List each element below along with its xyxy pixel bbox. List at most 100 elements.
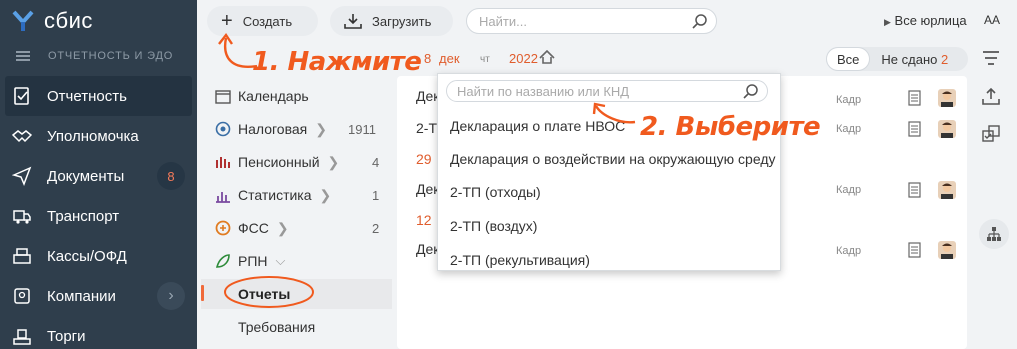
category-fss[interactable]: ФСС ❯ <box>215 218 289 238</box>
chevron-right-icon[interactable]: ❯ <box>315 121 327 138</box>
category-label: Календарь <box>238 88 309 104</box>
group-date: 29 <box>416 151 432 167</box>
annotation-step2: 2. Выберите <box>640 112 821 142</box>
pension-icon <box>216 157 230 168</box>
org-selector-label: Все юрлица <box>894 13 967 28</box>
documents-count-badge: 8 <box>157 162 185 190</box>
date-weekday: чт <box>480 54 490 65</box>
document-icon <box>908 90 921 106</box>
upload-button[interactable]: Загрузить <box>330 6 453 36</box>
mark-done-icon[interactable] <box>981 124 1001 144</box>
category-rpn[interactable]: РПН ⌵ <box>215 251 285 271</box>
sidebar-item-documents[interactable]: Документы 8 <box>0 156 197 196</box>
list-item[interactable]: Дек <box>416 241 439 257</box>
section-title: ОТЧЕТНОСТЬ И ЭДО <box>48 50 174 62</box>
sidebar: сбис ОТЧЕТНОСТЬ И ЭДО Отчетность Уполном… <box>0 0 197 349</box>
sidebar-item-label: Отчетность <box>47 87 127 105</box>
home-icon[interactable] <box>539 50 555 64</box>
dropdown-item[interactable]: Декларация о воздействии на окружающую с… <box>450 151 776 167</box>
menu-icon[interactable] <box>16 49 30 63</box>
category-tax[interactable]: Налоговая ❯ <box>215 119 327 139</box>
report-icon <box>14 87 29 105</box>
row-tag: Кадр <box>836 123 862 135</box>
avatar[interactable] <box>938 120 956 138</box>
search-icon[interactable] <box>743 83 759 99</box>
filter-lines-icon[interactable] <box>981 50 1001 66</box>
list-item[interactable]: 2-Т <box>416 120 437 136</box>
category-pension[interactable]: Пенсионный ❯ <box>215 152 339 172</box>
report-search-placeholder: Найти по названию или КНД <box>457 83 630 99</box>
search-input[interactable]: Найти... <box>466 8 717 34</box>
category-label: РПН <box>238 253 268 269</box>
org-selector[interactable]: ▶ Все юрлица <box>884 13 967 28</box>
list-item[interactable]: Дек <box>416 88 439 104</box>
sidebar-item-tenders[interactable]: Торги <box>0 316 197 349</box>
sidebar-item-reporting[interactable]: Отчетность <box>5 76 192 116</box>
category-count: 2 <box>372 221 380 236</box>
sidebar-subtitle: ОТЧЕТНОСТЬ И ЭДО <box>16 49 173 63</box>
document-icon <box>908 242 921 258</box>
companies-icon <box>14 288 30 304</box>
chevron-right-icon[interactable]: ❯ <box>320 187 332 204</box>
sbis-logo-icon <box>12 10 34 31</box>
plus-icon: + <box>221 10 233 32</box>
structure-button[interactable] <box>979 219 1009 249</box>
report-search-input[interactable]: Найти по названию или КНД <box>446 80 768 102</box>
category-label: Статистика <box>238 187 312 203</box>
row-tag: Кадр <box>836 184 862 196</box>
sidebar-item-transport[interactable]: Транспорт <box>0 196 197 236</box>
sidebar-item-proxy[interactable]: Уполномочка <box>0 116 197 156</box>
fss-icon <box>215 220 231 236</box>
group-date: 12 <box>416 212 432 228</box>
subcategory-requirements[interactable]: Требования <box>238 319 315 335</box>
sidebar-item-label: Транспорт <box>47 207 120 225</box>
avatar[interactable] <box>938 241 956 259</box>
dropdown-item[interactable]: 2-ТП (воздух) <box>450 218 537 234</box>
category-count: 1 <box>372 188 380 203</box>
handshake-icon <box>12 130 32 143</box>
highlight-circle <box>224 276 314 308</box>
sidebar-item-label: Документы <box>47 167 125 185</box>
avatar[interactable] <box>938 89 956 107</box>
dropdown-item[interactable]: 2-ТП (отходы) <box>450 184 541 200</box>
export-icon[interactable] <box>981 87 1001 105</box>
search-icon[interactable] <box>692 13 708 29</box>
date-day[interactable]: 8 <box>424 51 431 66</box>
category-label: Пенсионный <box>238 154 320 170</box>
filter-not-submitted-label: Не сдано <box>881 51 938 67</box>
font-size-button[interactable]: AA <box>984 13 1000 27</box>
status-filter: Все Не сдано 2 <box>826 47 968 71</box>
search-placeholder: Найти... <box>479 13 527 29</box>
logo-text: сбис <box>44 8 93 33</box>
list-item[interactable]: Дек <box>416 181 439 197</box>
filter-not-submitted-button[interactable]: Не сдано 2 <box>881 52 948 67</box>
date-month[interactable]: дек <box>439 51 460 66</box>
category-calendar[interactable]: Календарь <box>215 86 309 106</box>
sidebar-item-cash-registers[interactable]: Кассы/ОФД <box>0 236 197 276</box>
logo[interactable]: сбис <box>12 8 93 34</box>
annotation-step1: 1. Нажмите <box>252 47 422 77</box>
send-icon <box>12 166 32 186</box>
filter-all-button[interactable]: Все <box>827 48 870 70</box>
not-submitted-count: 2 <box>941 51 949 67</box>
category-label: Налоговая <box>238 121 308 137</box>
document-icon <box>908 182 921 198</box>
avatar[interactable] <box>938 181 956 199</box>
category-statistics[interactable]: Статистика ❯ <box>215 185 331 205</box>
chevron-right-icon[interactable]: ❯ <box>277 220 289 237</box>
chevron-right-icon[interactable]: ❯ <box>328 154 340 171</box>
chevron-down-icon[interactable]: ⌵ <box>276 253 286 269</box>
rpn-icon <box>215 254 230 268</box>
sidebar-item-label: Уполномочка <box>47 127 139 145</box>
font-size-label: AA <box>984 13 1001 27</box>
chevron-right-icon[interactable]: › <box>157 282 185 310</box>
caret-right-icon: ▶ <box>884 17 891 27</box>
sidebar-item-companies[interactable]: Компании › <box>0 276 197 316</box>
annotation-arrow <box>592 102 636 124</box>
statistics-icon <box>216 192 230 203</box>
upload-button-label: Загрузить <box>372 13 432 29</box>
dropdown-item[interactable]: 2-ТП (рекультивация) <box>450 252 590 268</box>
upload-icon <box>344 14 362 29</box>
date-year[interactable]: 2022 <box>509 51 538 66</box>
document-icon <box>908 121 921 137</box>
